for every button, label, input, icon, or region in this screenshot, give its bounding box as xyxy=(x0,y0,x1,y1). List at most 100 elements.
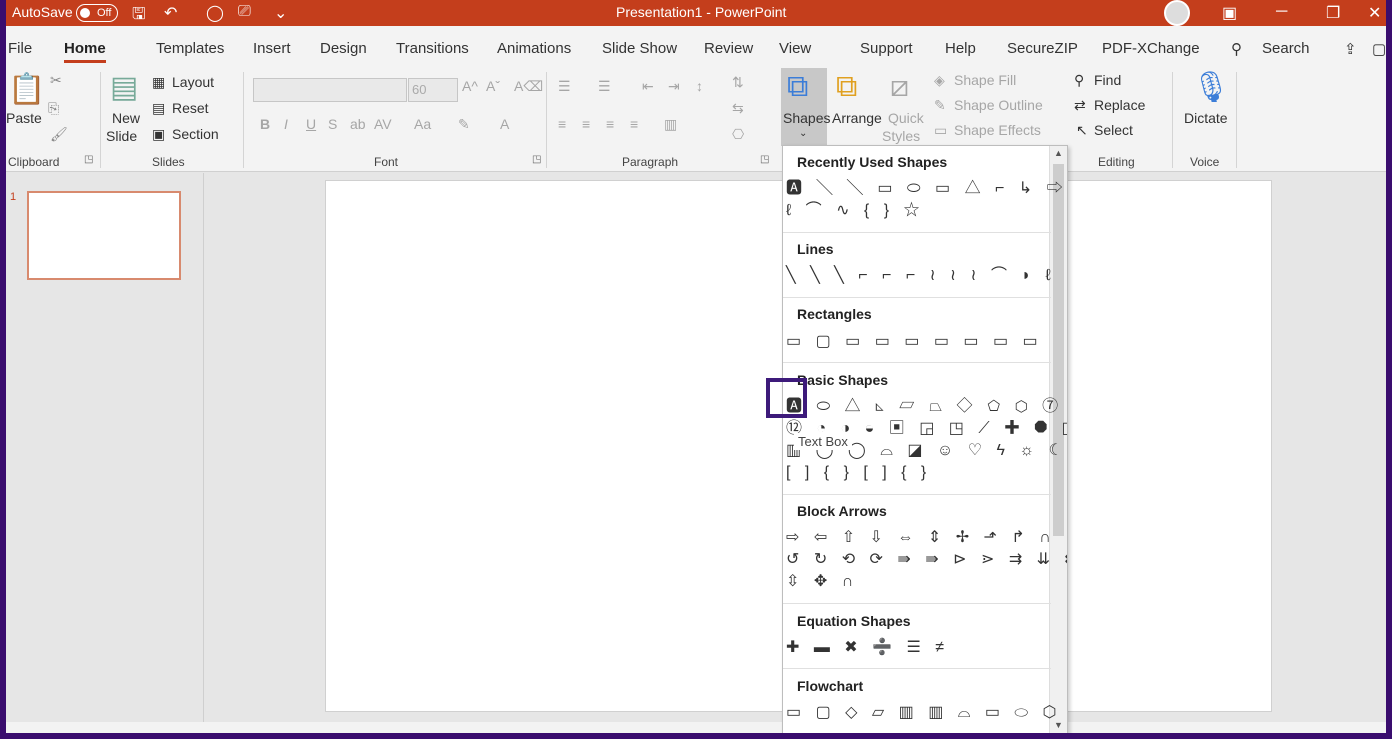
shape-row[interactable]: ▭ ▢ ▭ ▭ ▭ ▭ ▭ ▭ ▭ xyxy=(786,332,1043,352)
shape-effects-button[interactable]: Shape Effects xyxy=(954,122,1041,138)
shapes-button[interactable]: ⧉ Shapes ⌄ xyxy=(781,68,830,146)
tab-home[interactable]: Home xyxy=(64,40,106,63)
line-spacing-icon[interactable]: ↕ xyxy=(696,78,703,94)
recent-shape-row-1[interactable]: 🅰 ╲ ╲ ▭ ⬭ ▭ △ ⌐ ↳ ⇨ ⇩ ◗ xyxy=(786,179,1067,199)
increase-indent-icon[interactable]: ⇥ xyxy=(668,78,680,95)
paste-button[interactable]: Paste xyxy=(6,110,42,126)
highlight-icon[interactable]: ✎ xyxy=(458,116,470,133)
font-launcher-icon[interactable]: ◳ xyxy=(532,154,541,165)
reset-button[interactable]: Reset xyxy=(172,100,209,116)
shape-row[interactable]: 🅰 ⬭ △ ◺ ▱ ⏢ ◇ ⬠ ⬡ ⑦ ⑧ ⑩ xyxy=(786,397,1067,417)
basic-shapes-row-4[interactable]: [ ] { } [ ] { } xyxy=(786,463,931,483)
increase-font-icon[interactable]: A^ xyxy=(462,78,478,94)
tab-support[interactable]: Support xyxy=(860,40,913,57)
share-icon[interactable]: ⇪ xyxy=(1344,40,1357,58)
align-right-icon[interactable]: ≡ xyxy=(606,116,614,132)
shape-fill-button[interactable]: Shape Fill xyxy=(954,72,1016,88)
bold-button[interactable]: B xyxy=(260,116,270,132)
basic-shapes-row-1[interactable]: 🅰 ⬭ △ ◺ ▱ ⏢ ◇ ⬠ ⬡ ⑦ ⑧ ⑩ xyxy=(786,397,1067,417)
find-button[interactable]: Find xyxy=(1094,72,1121,88)
tab-templates[interactable]: Templates xyxy=(156,40,224,57)
font-name-combo[interactable] xyxy=(253,78,407,102)
shape-row[interactable]: ↺ ↻ ⟲ ⟳ ⇛ ⇛ ⊳ ⋗ ⇉ ⇊ ⇇ ⇈ xyxy=(786,550,1067,570)
tab-review[interactable]: Review xyxy=(704,40,753,57)
quick-styles-icon[interactable]: ⧄ xyxy=(890,70,909,104)
strikethrough-icon[interactable]: ab xyxy=(350,116,366,132)
numbering-icon[interactable]: ☰ xyxy=(598,78,611,95)
new-slide-label-1[interactable]: New xyxy=(112,110,140,126)
restore-icon[interactable]: ❐ xyxy=(1326,3,1340,23)
italic-button[interactable]: I xyxy=(284,116,288,132)
scrollbar-thumb[interactable] xyxy=(1053,164,1064,536)
slide-thumbnail[interactable] xyxy=(27,191,181,280)
quick-styles-label-1[interactable]: Quick xyxy=(888,110,924,126)
change-case-icon[interactable]: Aa xyxy=(414,116,431,132)
dictate-button[interactable]: Dictate xyxy=(1184,110,1228,126)
align-left-icon[interactable]: ≡ xyxy=(558,116,566,132)
shape-outline-button[interactable]: Shape Outline xyxy=(954,97,1043,113)
smartart-icon[interactable]: ⎔ xyxy=(732,126,744,143)
bullets-icon[interactable]: ☰ xyxy=(558,78,571,95)
cut-icon[interactable]: ✂ xyxy=(50,72,62,89)
layout-button[interactable]: Layout xyxy=(172,74,214,90)
shape-row[interactable]: ⇨ ⇦ ⇧ ⇩ ⇔ ⇕ ✢ ⬏ ↱ ∩ ↲ ↵ xyxy=(786,528,1067,548)
decrease-indent-icon[interactable]: ⇤ xyxy=(642,78,654,95)
recent-shape-row-2[interactable]: ℓ ⌒ ∿ { } ☆ xyxy=(786,201,925,221)
clear-formatting-icon[interactable]: A⌫ xyxy=(514,78,543,95)
replace-button[interactable]: Replace xyxy=(1094,97,1145,113)
tab-securezip[interactable]: SecureZIP xyxy=(1007,40,1078,57)
arrange-icon[interactable]: ⧉ xyxy=(836,70,857,104)
search-icon[interactable]: ⚲ xyxy=(1231,40,1242,58)
format-painter-icon[interactable]: 🖌 xyxy=(50,126,68,143)
rectangles-row-1[interactable]: ▭ ▢ ▭ ▭ ▭ ▭ ▭ ▭ ▭ xyxy=(786,332,1043,352)
new-slide-label-2[interactable]: Slide xyxy=(106,128,137,144)
avatar[interactable] xyxy=(1164,0,1190,26)
autosave-toggle[interactable]: Off xyxy=(76,4,118,22)
quick-styles-label-2[interactable]: Styles xyxy=(882,128,920,144)
search-box[interactable]: Search xyxy=(1262,40,1310,57)
minimize-icon[interactable]: ─ xyxy=(1276,3,1287,21)
close-icon[interactable]: ✕ xyxy=(1368,3,1381,23)
shape-row[interactable]: 🅰 ╲ ╲ ▭ ⬭ ▭ △ ⌐ ↳ ⇨ ⇩ ◗ xyxy=(786,179,1067,199)
block-arrows-row-2[interactable]: ↺ ↻ ⟲ ⟳ ⇛ ⇛ ⊳ ⋗ ⇉ ⇊ ⇇ ⇈ xyxy=(786,550,1067,570)
tab-view[interactable]: View xyxy=(779,40,811,57)
shape-row[interactable]: ▭ ▢ ◇ ▱ ▥ ▥ ⌓ ▭ ⬭ ⬡ ▱ ▽ xyxy=(786,703,1067,723)
paragraph-launcher-icon[interactable]: ◳ xyxy=(760,154,769,165)
tab-transitions[interactable]: Transitions xyxy=(396,40,469,57)
tab-insert[interactable]: Insert xyxy=(253,40,291,57)
paste-icon[interactable]: 📋 xyxy=(8,72,45,107)
align-center-icon[interactable]: ≡ xyxy=(582,116,590,132)
tab-slide-show[interactable]: Slide Show xyxy=(602,40,677,57)
font-size-combo[interactable]: 60 xyxy=(408,78,458,102)
gallery-scrollbar[interactable]: ▲ ▼ xyxy=(1049,146,1067,733)
tab-pdf-xchange[interactable]: PDF-XChange xyxy=(1102,40,1200,57)
columns-icon[interactable]: ▥ xyxy=(664,116,677,133)
select-button[interactable]: Select xyxy=(1094,122,1133,138)
shadow-button[interactable]: S xyxy=(328,116,337,132)
shape-row[interactable]: [ ] { } [ ] { } xyxy=(786,463,931,483)
comments-icon[interactable]: ▢ xyxy=(1372,40,1386,58)
align-text-icon[interactable]: ⇆ xyxy=(732,100,744,117)
font-color-icon[interactable]: A xyxy=(500,116,509,132)
ribbon-display-icon[interactable]: ▣ xyxy=(1222,3,1237,23)
undo-icon[interactable]: ↶ xyxy=(164,3,177,23)
tab-design[interactable]: Design xyxy=(320,40,367,57)
decrease-font-icon[interactable]: Aˇ xyxy=(486,78,500,94)
lines-row-1[interactable]: ╲ ╲ ╲ ⌐ ⌐ ⌐ ≀ ≀ ≀ ⌒ ◗ ℓ xyxy=(786,266,1056,286)
block-arrows-row-3[interactable]: ⇳ ✥ ∩ xyxy=(786,572,858,592)
block-arrows-row-1[interactable]: ⇨ ⇦ ⇧ ⇩ ⇔ ⇕ ✢ ⬏ ↱ ∩ ↲ ↵ xyxy=(786,528,1067,548)
justify-icon[interactable]: ≡ xyxy=(630,116,638,132)
clipboard-launcher-icon[interactable]: ◳ xyxy=(84,154,93,165)
copy-icon[interactable]: ⎘ xyxy=(48,100,59,117)
shape-row[interactable]: ╲ ╲ ╲ ⌐ ⌐ ⌐ ≀ ≀ ≀ ⌒ ◗ ℓ xyxy=(786,266,1056,286)
character-spacing-icon[interactable]: AV xyxy=(374,116,392,132)
tab-animations[interactable]: Animations xyxy=(497,40,571,57)
tab-help[interactable]: Help xyxy=(945,40,976,57)
microphone-icon[interactable]: 🎙 xyxy=(1192,70,1230,105)
text-direction-icon[interactable]: ⇅ xyxy=(732,74,744,91)
flowchart-row-1[interactable]: ▭ ▢ ◇ ▱ ▥ ▥ ⌓ ▭ ⬭ ⬡ ▱ ▽ xyxy=(786,703,1067,723)
tab-file[interactable]: File xyxy=(8,40,32,57)
scroll-up-icon[interactable]: ▲ xyxy=(1054,148,1063,158)
new-slide-icon[interactable]: ▤ xyxy=(110,70,138,105)
redo-icon[interactable]: ◯ xyxy=(206,3,224,23)
